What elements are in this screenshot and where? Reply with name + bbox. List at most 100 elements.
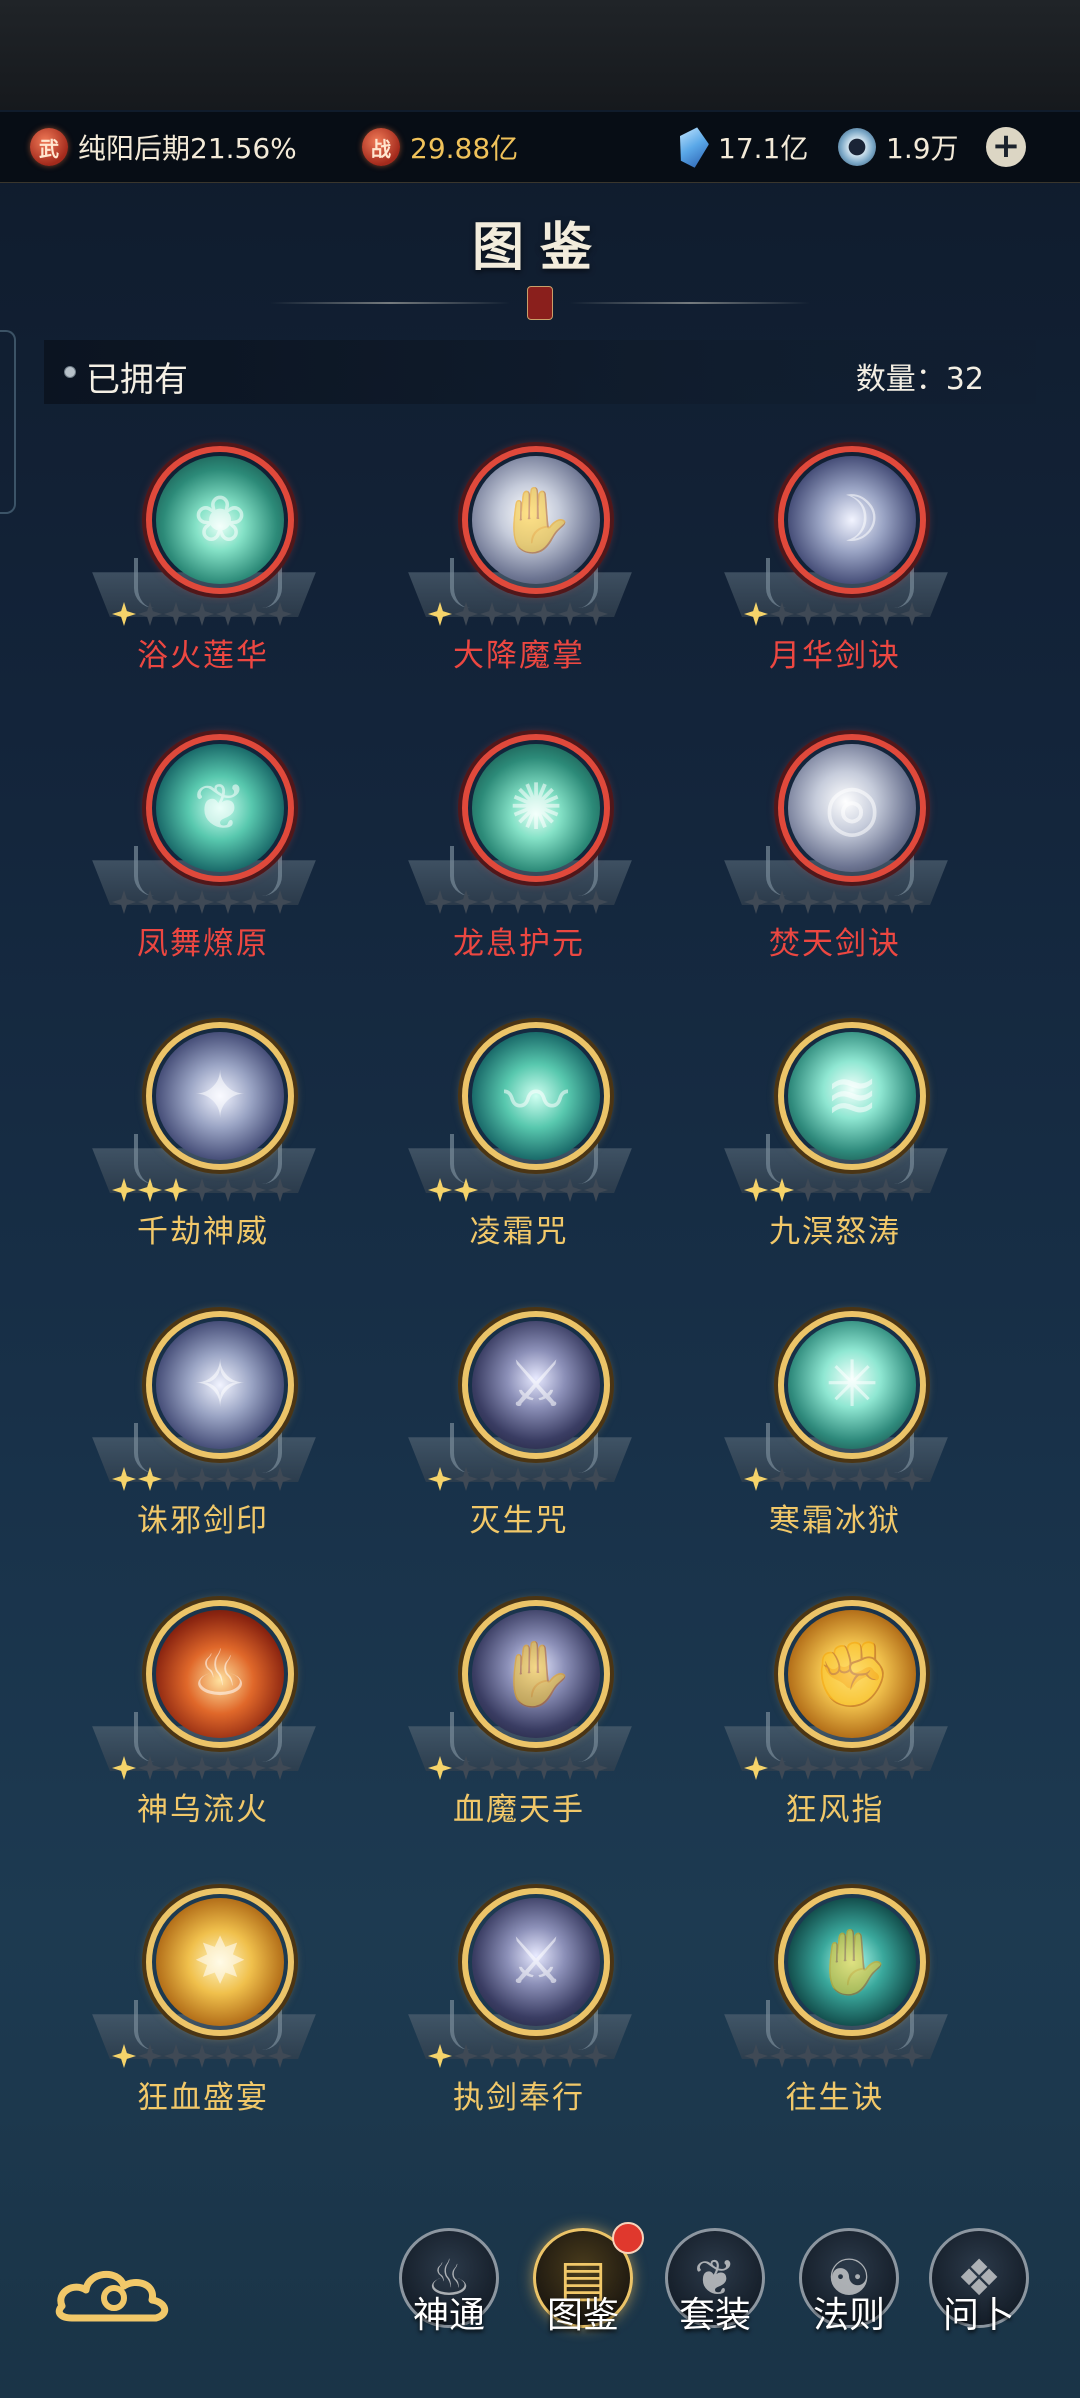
moon-sword-icon: ☽ — [788, 456, 916, 584]
crystal-currency[interactable]: 17.1亿 — [678, 124, 808, 170]
nav-label: 问卜 — [942, 2295, 1015, 2336]
star-icon — [744, 602, 768, 626]
skill-card[interactable]: ✧ 诛邪剑印 — [74, 1305, 334, 1575]
star-icon — [822, 1756, 846, 1780]
combat-power[interactable]: 战 29.88亿 — [362, 124, 518, 170]
star-icon — [164, 890, 188, 914]
skill-card[interactable]: ☽ 月华剑诀 — [706, 440, 966, 710]
star-icon — [268, 1467, 292, 1491]
skill-orb[interactable]: ✋ — [462, 446, 610, 594]
skill-card[interactable]: ≋ 九溟怒涛 — [706, 1016, 966, 1286]
skill-orb[interactable]: ✺ — [462, 734, 610, 882]
skill-card[interactable]: ✋ 血魔天手 — [390, 1594, 650, 1864]
skill-orb[interactable]: ⚔ — [462, 1311, 610, 1459]
skill-orb[interactable]: ≋ — [778, 1022, 926, 1170]
nav-item-2[interactable]: ▤ 图鉴 — [528, 2222, 644, 2362]
star-icon — [428, 890, 452, 914]
skill-orb[interactable]: ❦ — [146, 734, 294, 882]
star-icon — [584, 602, 608, 626]
skill-card[interactable]: ◎ 焚天剑诀 — [706, 728, 966, 998]
star-icon — [584, 890, 608, 914]
skill-orb[interactable]: ✧ — [146, 1311, 294, 1459]
star-icon — [874, 2044, 898, 2068]
star-rating — [428, 602, 618, 628]
star-icon — [874, 602, 898, 626]
tornado-icon: ✧ — [156, 1321, 284, 1449]
cloud-menu-icon[interactable] — [52, 2262, 176, 2324]
star-icon — [112, 1467, 136, 1491]
palm-icon: ✋ — [472, 456, 600, 584]
skill-name: 往生诀 — [785, 2080, 885, 2116]
star-rating — [744, 2044, 934, 2070]
skill-card[interactable]: ✋ 往生诀 — [706, 1882, 966, 2152]
star-icon — [138, 1178, 162, 1202]
star-icon — [506, 1756, 530, 1780]
skill-card[interactable]: ❦ 凤舞燎原 — [74, 728, 334, 998]
swirl-currency[interactable]: 1.9万 — [838, 124, 959, 170]
skill-orb[interactable]: 〰 — [462, 1022, 610, 1170]
skill-card[interactable]: ✊ 狂风指 — [706, 1594, 966, 1864]
star-icon — [900, 890, 924, 914]
star-icon — [268, 602, 292, 626]
star-icon — [744, 1467, 768, 1491]
star-icon — [900, 1467, 924, 1491]
skill-card[interactable]: ✳ 寒霜冰狱 — [706, 1305, 966, 1575]
nav-item-4[interactable]: ☯ 法则 — [794, 2222, 904, 2362]
skill-orb[interactable]: ✊ — [778, 1600, 926, 1748]
skill-card[interactable]: ✺ 龙息护元 — [390, 728, 650, 998]
owned-header: 已拥有 数量：32 — [44, 340, 1036, 404]
skill-orb[interactable]: ✸ — [146, 1888, 294, 2036]
skill-orb[interactable]: ✋ — [778, 1888, 926, 2036]
skill-orb[interactable]: ♨ — [146, 1600, 294, 1748]
skill-orb[interactable]: ✋ — [462, 1600, 610, 1748]
nav-item-5[interactable]: ❖ 问卜 — [924, 2222, 1034, 2362]
star-icon — [874, 1756, 898, 1780]
star-icon — [112, 890, 136, 914]
fire-rock-icon: ♨ — [156, 1610, 284, 1738]
side-tab-handle[interactable] — [0, 330, 16, 514]
realm-progress[interactable]: 武 纯阳后期21.56% — [30, 124, 297, 170]
star-icon — [558, 1756, 582, 1780]
star-icon — [242, 602, 266, 626]
skill-card[interactable]: ♨ 神乌流火 — [74, 1594, 334, 1864]
nav-item-3[interactable]: ❦ 套装 — [660, 2222, 770, 2362]
nav-label: 法则 — [812, 2295, 885, 2336]
bullet-icon — [64, 366, 76, 378]
star-icon — [428, 602, 452, 626]
skill-orb[interactable]: ✦ — [146, 1022, 294, 1170]
sword-hand-icon: ⚔ — [472, 1898, 600, 2026]
skill-orb[interactable]: ⚔ — [462, 1888, 610, 2036]
nav-item-1[interactable]: ♨ 神通 — [394, 2222, 504, 2362]
skill-name: 血魔天手 — [453, 1792, 585, 1828]
star-icon — [796, 602, 820, 626]
star-icon — [454, 602, 478, 626]
star-icon — [190, 1756, 214, 1780]
skill-name: 龙息护元 — [453, 926, 585, 962]
slash-icon: ⚔ — [472, 1321, 600, 1449]
owned-count: 数量：32 — [855, 362, 984, 397]
star-icon — [428, 1467, 452, 1491]
star-icon — [480, 1467, 504, 1491]
skill-card[interactable]: 〰凌霜咒 — [390, 1016, 650, 1286]
star-icon — [532, 1467, 556, 1491]
star-icon — [138, 1467, 162, 1491]
skill-orb[interactable]: ✳ — [778, 1311, 926, 1459]
skill-card[interactable]: ⚔ 灭生咒 — [390, 1305, 650, 1575]
skill-card[interactable]: ❀ 浴火莲华 — [74, 440, 334, 710]
skill-card[interactable]: ⚔ 执剑奉行 — [390, 1882, 650, 2152]
skill-orb[interactable]: ☽ — [778, 446, 926, 594]
combat-power-text: 29.88亿 — [410, 132, 519, 165]
skill-name: 月华剑诀 — [769, 638, 901, 674]
skill-orb[interactable]: ❀ — [146, 446, 294, 594]
star-icon — [796, 1756, 820, 1780]
star-icon — [770, 890, 794, 914]
skill-card[interactable]: ✋ 大降魔掌 — [390, 440, 650, 710]
crystal-value: 17.1亿 — [718, 132, 809, 165]
star-icon — [848, 1178, 872, 1202]
star-rating — [428, 1178, 618, 1204]
star-icon — [112, 602, 136, 626]
plus-icon[interactable]: + — [986, 127, 1026, 167]
skill-orb[interactable]: ◎ — [778, 734, 926, 882]
skill-card[interactable]: ✸ 狂血盛宴 — [74, 1882, 334, 2152]
skill-card[interactable]: ✦ 千劫神威 — [74, 1016, 334, 1286]
